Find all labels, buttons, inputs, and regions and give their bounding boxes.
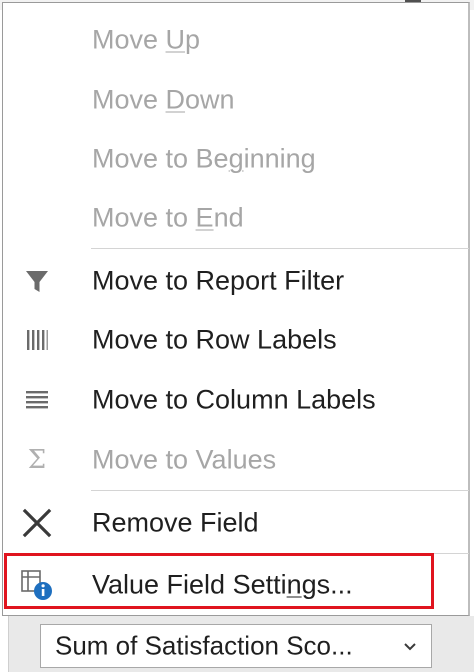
menu-item-label: Move to End [92, 202, 244, 233]
pivot-field-context-menu: Move Up Move Down Move to Beginning Move… [2, 2, 470, 616]
menu-item-label: Remove Field [92, 507, 259, 538]
menu-separator [91, 553, 469, 554]
pivot-values-area: Sum of Satisfaction Sco... [0, 616, 474, 672]
chevron-down-icon [404, 643, 416, 651]
cell [0, 616, 9, 672]
menu-item-remove-field[interactable]: Remove Field [3, 494, 469, 552]
menu-item-label: Move to Column Labels [92, 384, 376, 415]
menu-separator [91, 248, 469, 249]
menu-item-move-to-row-labels[interactable]: Move to Row Labels [3, 311, 469, 369]
value-field-button[interactable]: Sum of Satisfaction Sco... [40, 624, 432, 668]
row-labels-icon [27, 330, 48, 350]
menu-item-label: Move to Report Filter [92, 265, 345, 296]
menu-item-label: Move to Beginning [92, 143, 316, 174]
menu-item-move-to-end: Move to End [3, 189, 469, 247]
menu-item-move-to-column-labels[interactable]: Move to Column Labels [3, 371, 469, 429]
menu-item-label: Move Down [92, 84, 235, 115]
menu-item-move-to-beginning: Move to Beginning [3, 130, 469, 188]
menu-item-label: Value Field Settings... [92, 569, 353, 600]
column-labels-icon [26, 391, 48, 409]
remove-x-icon [22, 508, 52, 538]
menu-item-move-down: Move Down [3, 71, 469, 129]
menu-item-label: Move to Values [92, 444, 277, 475]
menu-item-label: Move Up [92, 24, 201, 55]
value-field-button-label: Sum of Satisfaction Sco... [55, 630, 353, 661]
menu-item-move-to-values: Σ Move to Values [3, 431, 469, 489]
menu-item-move-to-report-filter[interactable]: Move to Report Filter [3, 252, 469, 310]
menu-item-move-up: Move Up [3, 11, 469, 69]
menu-item-label: Move to Row Labels [92, 324, 337, 355]
field-settings-info-icon [21, 570, 52, 600]
sigma-icon: Σ [27, 445, 47, 475]
menu-item-value-field-settings[interactable]: Value Field Settings... [3, 556, 469, 614]
filter-icon [26, 271, 48, 292]
menu-separator [91, 490, 469, 491]
